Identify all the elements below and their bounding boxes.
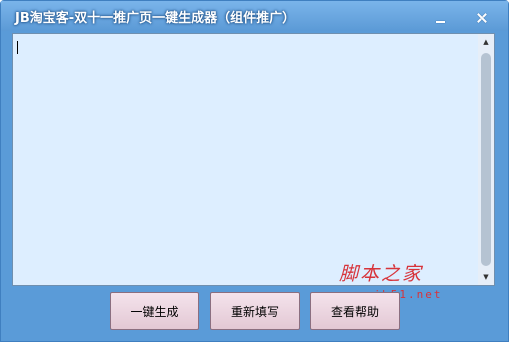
minimize-icon xyxy=(435,21,445,23)
watermark-brand: 脚本之家 xyxy=(339,263,424,285)
output-editor-frame: ▲ ▼ xyxy=(12,33,495,286)
scroll-down-arrow-icon[interactable]: ▼ xyxy=(478,269,494,285)
minimize-button[interactable] xyxy=(429,9,451,27)
vertical-scrollbar[interactable]: ▲ ▼ xyxy=(478,34,494,285)
generate-button[interactable]: 一键生成 xyxy=(110,292,199,330)
scroll-up-arrow-icon[interactable]: ▲ xyxy=(478,34,494,50)
window-title: JB淘宝客-双十一推广页一键生成器（组件推广） xyxy=(15,11,296,26)
app-window: JB淘宝客-双十一推广页一键生成器（组件推广） ▲ ▼ 脚本之家 www.jb5… xyxy=(0,0,509,342)
scrollbar-thumb[interactable] xyxy=(481,53,491,266)
close-button[interactable] xyxy=(471,9,493,27)
refill-button[interactable]: 重新填写 xyxy=(210,292,300,330)
output-editor[interactable] xyxy=(13,34,479,285)
text-caret xyxy=(17,41,18,54)
title-bar[interactable]: JB淘宝客-双十一推广页一键生成器（组件推广） xyxy=(1,1,508,31)
close-icon xyxy=(477,13,487,23)
help-button[interactable]: 查看帮助 xyxy=(310,292,400,330)
